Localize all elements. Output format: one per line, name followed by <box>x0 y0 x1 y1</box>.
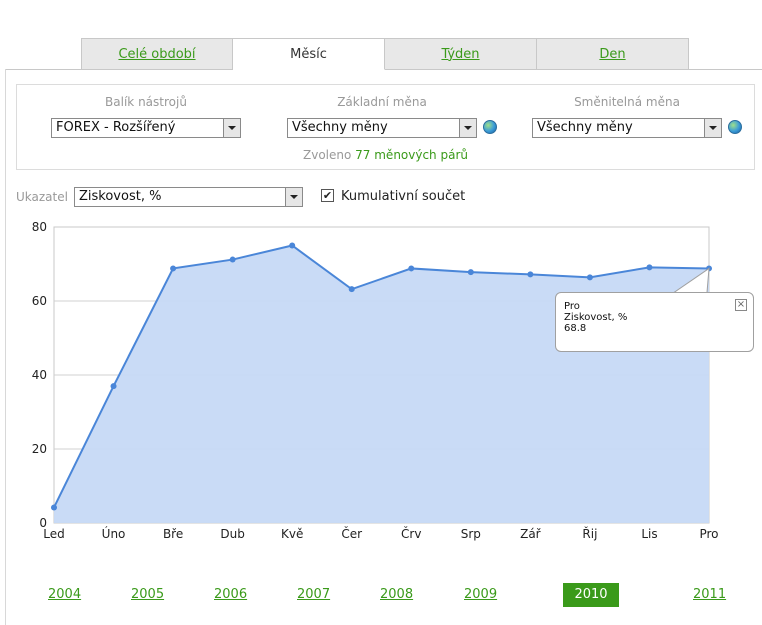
x-tick-label: Čer <box>341 526 362 541</box>
cumulative-checkbox[interactable]: ✔ <box>321 189 334 202</box>
y-tick-label: 80 <box>32 220 47 234</box>
year-selector: 2004 2005 2006 2007 2008 2009 2010 2011 <box>0 583 762 609</box>
x-tick-label: Úno <box>102 526 126 541</box>
tooltip-category: Pro <box>564 301 580 312</box>
y-tick-label: 20 <box>32 442 47 456</box>
checkmark-icon: ✔ <box>322 189 333 202</box>
chart-point-Lis[interactable] <box>646 264 653 271</box>
selected-pairs-count[interactable]: 77 měnových párů <box>355 148 468 162</box>
chart-point-Bře[interactable] <box>170 265 177 272</box>
chart-tooltip: Pro Ziskovost, % 68.8 × <box>555 292 754 352</box>
tooltip-value: 68.8 <box>564 323 587 334</box>
globe-icon[interactable] <box>483 120 497 134</box>
chart-point-Řij[interactable] <box>586 274 593 281</box>
selector-panel: Balík nástrojů FOREX - Rozšířený Základn… <box>16 84 755 170</box>
chart-point-Led[interactable] <box>51 504 57 511</box>
selected-pairs-info: Zvoleno 77 měnových párů <box>17 148 754 162</box>
year-2011[interactable]: 2011 <box>693 583 726 607</box>
year-2007[interactable]: 2007 <box>297 583 330 607</box>
chart-point-Zář[interactable] <box>527 271 534 278</box>
x-tick-label: Dub <box>220 527 244 541</box>
tab-week[interactable]: Týden <box>385 38 537 70</box>
cumulative-label: Kumulativní součet <box>341 189 466 204</box>
chevron-down-icon[interactable] <box>704 119 721 137</box>
base-currency-dropdown[interactable]: Všechny měny <box>287 118 477 138</box>
x-tick-label: Črv <box>401 526 421 541</box>
chart-point-Kvě[interactable] <box>289 242 296 249</box>
profitability-chart: 020406080 Led Úno Bře Dub Kvě Čer Črv Srp Zář Řij… <box>32 220 719 541</box>
chevron-down-icon[interactable] <box>459 119 476 137</box>
year-2010[interactable]: 2010 <box>563 583 619 607</box>
toolkit-dropdown[interactable]: FOREX - Rozšířený <box>51 118 241 138</box>
year-2009[interactable]: 2009 <box>464 583 497 607</box>
tab-day[interactable]: Den <box>537 38 689 70</box>
chevron-down-icon[interactable] <box>223 119 240 137</box>
indicator-label: Ukazatel <box>16 190 68 204</box>
quote-currency-value: Všechny měny <box>537 120 633 135</box>
y-tick-label: 60 <box>32 294 47 308</box>
chart-x-axis-labels: Led Úno Bře Dub Kvě Čer Črv Srp Zář Řij Lis Pro <box>43 526 718 541</box>
x-tick-label: Lis <box>641 527 657 541</box>
indicator-dropdown[interactable]: Ziskovost, % <box>74 187 303 207</box>
x-tick-label: Bře <box>163 527 183 541</box>
tab-month[interactable]: Měsíc <box>233 38 385 70</box>
year-2004[interactable]: 2004 <box>48 583 81 607</box>
base-currency-label: Základní měna <box>337 95 427 109</box>
base-currency-value: Všechny měny <box>292 120 388 135</box>
chart-y-axis-labels: 020406080 <box>32 220 47 530</box>
indicator-value: Ziskovost, % <box>79 189 162 204</box>
close-icon[interactable]: × <box>735 299 747 311</box>
chart-point-Dub[interactable] <box>229 256 236 263</box>
chart-point-Črv[interactable] <box>408 265 415 272</box>
x-tick-label: Řij <box>582 526 597 541</box>
year-2006[interactable]: 2006 <box>214 583 247 607</box>
toolkit-value: FOREX - Rozšířený <box>56 120 176 135</box>
x-tick-label: Kvě <box>281 527 303 541</box>
y-tick-label: 40 <box>32 368 47 382</box>
x-tick-label: Srp <box>461 527 481 541</box>
selected-prefix: Zvoleno <box>303 148 352 162</box>
x-tick-label: Pro <box>699 527 718 541</box>
x-tick-label: Led <box>43 527 64 541</box>
year-2005[interactable]: 2005 <box>131 583 164 607</box>
toolkit-label: Balík nástrojů <box>105 95 187 109</box>
x-tick-label: Zář <box>520 527 542 541</box>
chart-point-Srp[interactable] <box>467 269 474 276</box>
tab-all-period[interactable]: Celé období <box>81 38 233 70</box>
chevron-down-icon[interactable] <box>285 188 302 206</box>
chart-point-Úno[interactable] <box>110 383 117 390</box>
globe-icon[interactable] <box>728 120 742 134</box>
chart-point-Čer[interactable] <box>348 286 355 293</box>
year-2008[interactable]: 2008 <box>380 583 413 607</box>
period-tabs: Celé období Měsíc Týden Den <box>81 38 689 70</box>
tooltip-series: Ziskovost, % <box>564 312 628 323</box>
quote-currency-dropdown[interactable]: Všechny měny <box>532 118 722 138</box>
quote-currency-label: Směnitelná měna <box>574 95 680 109</box>
